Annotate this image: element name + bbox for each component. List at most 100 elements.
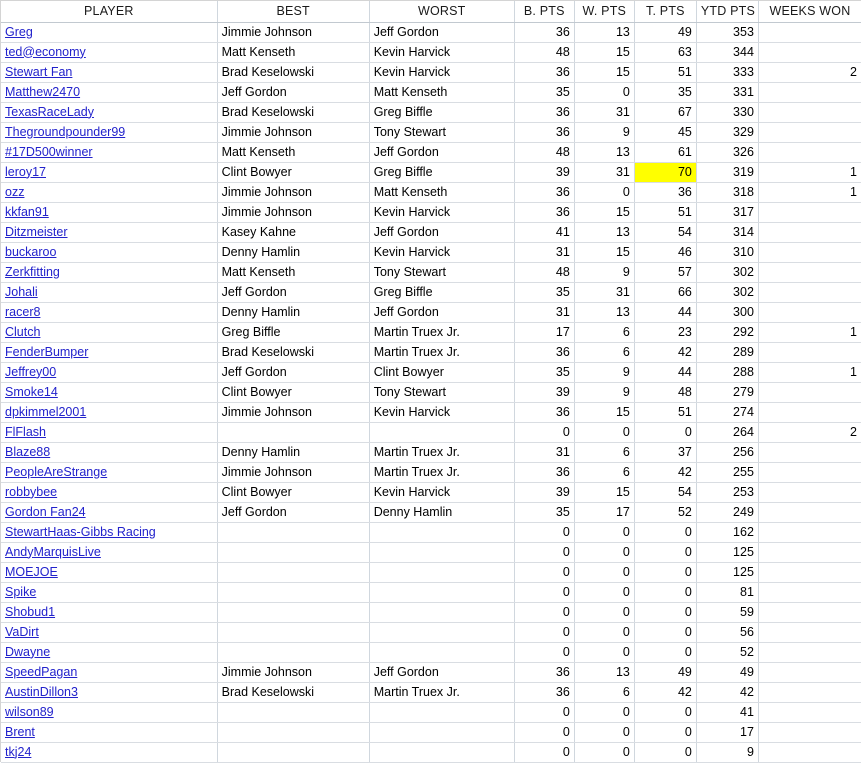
cell-ytd[interactable]: 288 (696, 362, 759, 383)
player-link[interactable]: Clutch (5, 325, 40, 339)
player-link[interactable]: MOEJOE (5, 565, 58, 579)
cell-ytd[interactable]: 289 (696, 342, 759, 363)
column-header-w-pts[interactable]: W. PTS (574, 1, 635, 23)
cell-worst[interactable] (369, 622, 515, 643)
cell-player[interactable]: VaDirt (1, 622, 218, 643)
cell-tpts[interactable]: 49 (634, 662, 697, 683)
cell-player[interactable]: MOEJOE (1, 562, 218, 583)
cell-tpts[interactable]: 37 (634, 442, 697, 463)
cell-player[interactable]: Jeffrey00 (1, 362, 218, 383)
player-link[interactable]: dpkimmel2001 (5, 405, 86, 419)
player-link[interactable]: Gordon Fan24 (5, 505, 86, 519)
cell-tpts[interactable]: 57 (634, 262, 697, 283)
cell-player[interactable]: FlFlash (1, 422, 218, 443)
cell-weeks[interactable] (758, 242, 861, 263)
cell-tpts[interactable]: 0 (634, 422, 697, 443)
cell-worst[interactable]: Greg Biffle (369, 102, 515, 123)
cell-player[interactable]: Blaze88 (1, 442, 218, 463)
cell-tpts[interactable]: 51 (634, 402, 697, 423)
player-link[interactable]: AustinDillon3 (5, 685, 78, 699)
cell-ytd[interactable]: 302 (696, 262, 759, 283)
cell-wpts[interactable]: 6 (574, 442, 635, 463)
cell-bpts[interactable]: 36 (514, 202, 575, 223)
cell-bpts[interactable]: 0 (514, 742, 575, 763)
cell-ytd[interactable]: 333 (696, 62, 759, 83)
cell-weeks[interactable] (758, 642, 861, 663)
cell-weeks[interactable] (758, 282, 861, 303)
cell-ytd[interactable]: 49 (696, 662, 759, 683)
cell-best[interactable]: Jeff Gordon (217, 82, 370, 103)
player-link[interactable]: Dwayne (5, 645, 50, 659)
cell-weeks[interactable] (758, 562, 861, 583)
cell-player[interactable]: ozz (1, 182, 218, 203)
cell-weeks[interactable] (758, 722, 861, 743)
cell-tpts[interactable]: 61 (634, 142, 697, 163)
cell-weeks[interactable] (758, 622, 861, 643)
column-header-player[interactable]: PLAYER (1, 1, 218, 23)
cell-wpts[interactable]: 13 (574, 662, 635, 683)
cell-bpts[interactable]: 0 (514, 422, 575, 443)
cell-player[interactable]: kkfan91 (1, 202, 218, 223)
cell-ytd[interactable]: 256 (696, 442, 759, 463)
cell-player[interactable]: Thegroundpounder99 (1, 122, 218, 143)
cell-worst[interactable]: Martin Truex Jr. (369, 342, 515, 363)
cell-worst[interactable]: Kevin Harvick (369, 42, 515, 63)
cell-weeks[interactable] (758, 202, 861, 223)
cell-wpts[interactable]: 0 (574, 82, 635, 103)
player-link[interactable]: TexasRaceLady (5, 105, 94, 119)
cell-bpts[interactable]: 0 (514, 622, 575, 643)
cell-tpts[interactable]: 0 (634, 602, 697, 623)
player-link[interactable]: tkj24 (5, 745, 31, 759)
cell-worst[interactable]: Jeff Gordon (369, 662, 515, 683)
cell-bpts[interactable]: 39 (514, 162, 575, 183)
cell-worst[interactable]: Greg Biffle (369, 282, 515, 303)
cell-bpts[interactable]: 35 (514, 82, 575, 103)
cell-ytd[interactable]: 319 (696, 162, 759, 183)
cell-weeks[interactable] (758, 602, 861, 623)
cell-bpts[interactable]: 39 (514, 482, 575, 503)
cell-worst[interactable] (369, 562, 515, 583)
cell-wpts[interactable]: 0 (574, 582, 635, 603)
cell-tpts[interactable]: 49 (634, 22, 697, 43)
player-link[interactable]: Thegroundpounder99 (5, 125, 125, 139)
cell-weeks[interactable] (758, 342, 861, 363)
cell-tpts[interactable]: 54 (634, 482, 697, 503)
column-header-ytd-pts[interactable]: YTD PTS (696, 1, 759, 23)
cell-wpts[interactable]: 9 (574, 382, 635, 403)
cell-wpts[interactable]: 15 (574, 402, 635, 423)
cell-wpts[interactable]: 15 (574, 42, 635, 63)
cell-tpts[interactable]: 44 (634, 302, 697, 323)
cell-weeks[interactable]: 1 (758, 182, 861, 203)
cell-player[interactable]: Ditzmeister (1, 222, 218, 243)
cell-tpts[interactable]: 51 (634, 62, 697, 83)
cell-bpts[interactable]: 0 (514, 522, 575, 543)
cell-wpts[interactable]: 6 (574, 682, 635, 703)
cell-ytd[interactable]: 318 (696, 182, 759, 203)
cell-weeks[interactable] (758, 222, 861, 243)
cell-bpts[interactable]: 35 (514, 282, 575, 303)
cell-ytd[interactable]: 314 (696, 222, 759, 243)
cell-wpts[interactable]: 0 (574, 562, 635, 583)
cell-wpts[interactable]: 13 (574, 22, 635, 43)
cell-best[interactable]: Matt Kenseth (217, 142, 370, 163)
cell-weeks[interactable] (758, 122, 861, 143)
cell-best[interactable] (217, 582, 370, 603)
cell-ytd[interactable]: 249 (696, 502, 759, 523)
cell-ytd[interactable]: 162 (696, 522, 759, 543)
cell-player[interactable]: dpkimmel2001 (1, 402, 218, 423)
player-link[interactable]: Ditzmeister (5, 225, 68, 239)
player-link[interactable]: SpeedPagan (5, 665, 77, 679)
cell-best[interactable]: Jeff Gordon (217, 362, 370, 383)
cell-player[interactable]: ted@economy (1, 42, 218, 63)
cell-wpts[interactable]: 15 (574, 62, 635, 83)
player-link[interactable]: Stewart Fan (5, 65, 72, 79)
cell-best[interactable]: Jeff Gordon (217, 502, 370, 523)
player-link[interactable]: Greg (5, 25, 33, 39)
cell-player[interactable]: FenderBumper (1, 342, 218, 363)
cell-worst[interactable]: Greg Biffle (369, 162, 515, 183)
cell-player[interactable]: Smoke14 (1, 382, 218, 403)
cell-tpts[interactable]: 36 (634, 182, 697, 203)
cell-player[interactable]: Clutch (1, 322, 218, 343)
column-header-worst[interactable]: WORST (369, 1, 515, 23)
cell-best[interactable] (217, 542, 370, 563)
